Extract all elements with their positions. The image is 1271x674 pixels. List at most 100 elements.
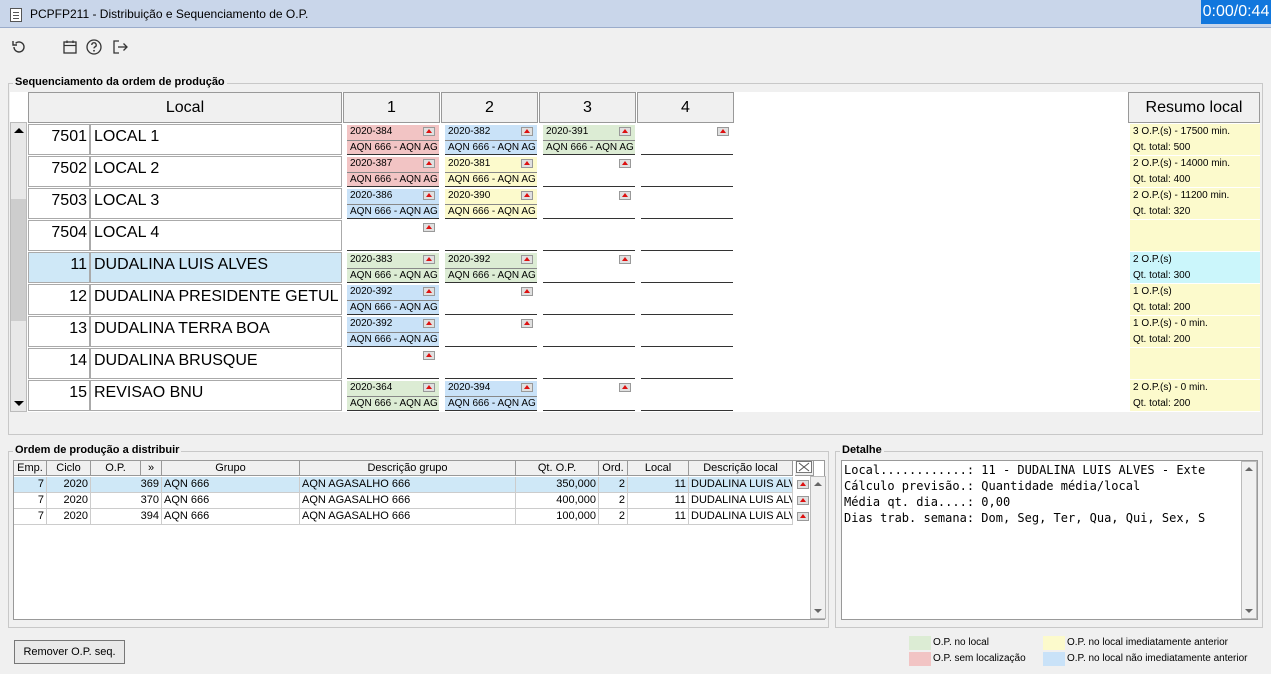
- row-name[interactable]: LOCAL 1: [90, 124, 342, 155]
- move-up-icon[interactable]: [423, 255, 435, 264]
- row-code[interactable]: 14: [28, 348, 90, 379]
- move-up-icon[interactable]: [423, 159, 435, 168]
- row-code[interactable]: 12: [28, 284, 90, 315]
- row-code[interactable]: 13: [28, 316, 90, 347]
- row-code[interactable]: 7501: [28, 124, 90, 155]
- table-cell[interactable]: AQN 666: [162, 493, 300, 509]
- row-name[interactable]: DUDALINA BRUSQUE: [90, 348, 342, 379]
- table-cell[interactable]: 2: [599, 477, 628, 493]
- scroll-up-icon[interactable]: [814, 482, 822, 486]
- op-cell[interactable]: [641, 284, 733, 315]
- op-cell[interactable]: [543, 220, 635, 251]
- move-up-icon[interactable]: [521, 159, 533, 168]
- row-code[interactable]: 7504: [28, 220, 90, 251]
- move-up-icon[interactable]: [521, 191, 533, 200]
- table-cell[interactable]: 2: [599, 493, 628, 509]
- table-cell[interactable]: DUDALINA LUIS ALVES: [689, 477, 793, 493]
- move-up-icon[interactable]: [423, 223, 435, 232]
- move-up-icon[interactable]: [797, 496, 809, 505]
- move-up-icon[interactable]: [521, 127, 533, 136]
- table-cell[interactable]: 100,000: [516, 509, 599, 525]
- row-code[interactable]: 7502: [28, 156, 90, 187]
- column-header[interactable]: Ciclo: [47, 461, 91, 476]
- op-cell[interactable]: [445, 348, 537, 379]
- calendar-icon[interactable]: [60, 37, 80, 57]
- table-cell[interactable]: AQN AGASALHO 666: [300, 493, 516, 509]
- row-code[interactable]: 15: [28, 380, 90, 411]
- table-cell[interactable]: AQN AGASALHO 666: [300, 509, 516, 525]
- row-code[interactable]: 7503: [28, 188, 90, 219]
- column-header[interactable]: Grupo: [162, 461, 300, 476]
- table-cell[interactable]: 2020: [47, 477, 91, 493]
- move-up-icon[interactable]: [619, 127, 631, 136]
- table-cell[interactable]: 369: [91, 477, 162, 493]
- row-code[interactable]: 11: [28, 252, 90, 283]
- move-up-icon[interactable]: [521, 319, 533, 328]
- row-name[interactable]: DUDALINA TERRA BOA: [90, 316, 342, 347]
- move-up-icon[interactable]: [797, 512, 809, 521]
- table-cell[interactable]: 400,000: [516, 493, 599, 509]
- row-name[interactable]: LOCAL 2: [90, 156, 342, 187]
- table-cell[interactable]: 2: [599, 509, 628, 525]
- scroll-down-icon[interactable]: [814, 609, 822, 613]
- move-up-icon[interactable]: [423, 127, 435, 136]
- move-up-icon[interactable]: [423, 383, 435, 392]
- table-cell[interactable]: 370: [91, 493, 162, 509]
- table-cell[interactable]: DUDALINA LUIS ALVES: [689, 509, 793, 525]
- op-cell[interactable]: [641, 188, 733, 219]
- move-up-icon[interactable]: [521, 383, 533, 392]
- column-header[interactable]: Ord.: [599, 461, 628, 476]
- op-cell[interactable]: [641, 316, 733, 347]
- table-cell[interactable]: 7: [14, 477, 47, 493]
- table-cell[interactable]: DUDALINA LUIS ALVES: [689, 493, 793, 509]
- table-cell[interactable]: 7: [14, 509, 47, 525]
- table-cell[interactable]: AQN 666: [162, 477, 300, 493]
- refresh-icon[interactable]: [9, 37, 29, 57]
- scroll-up-icon[interactable]: [1245, 467, 1253, 471]
- row-name[interactable]: DUDALINA PRESIDENTE GETUL: [90, 284, 342, 315]
- column-header[interactable]: Descrição grupo: [300, 461, 516, 476]
- table-cell[interactable]: AQN 666: [162, 509, 300, 525]
- row-name[interactable]: LOCAL 3: [90, 188, 342, 219]
- op-cell[interactable]: [543, 284, 635, 315]
- move-up-icon[interactable]: [423, 287, 435, 296]
- column-header[interactable]: Descrição local: [689, 461, 793, 476]
- table-cell[interactable]: 350,000: [516, 477, 599, 493]
- op-cell[interactable]: [641, 348, 733, 379]
- scroll-up-icon[interactable]: [14, 128, 24, 133]
- move-up-icon[interactable]: [619, 255, 631, 264]
- exit-icon[interactable]: [110, 37, 130, 57]
- move-up-icon[interactable]: [717, 127, 729, 136]
- table-cell[interactable]: 11: [628, 509, 689, 525]
- op-cell[interactable]: [543, 316, 635, 347]
- clear-icon[interactable]: [795, 461, 814, 476]
- sequencing-scrollbar[interactable]: [10, 122, 27, 412]
- table-cell[interactable]: 2020: [47, 509, 91, 525]
- move-up-icon[interactable]: [521, 255, 533, 264]
- move-up-icon[interactable]: [619, 383, 631, 392]
- detail-scrollbar[interactable]: [1241, 461, 1257, 619]
- move-up-icon[interactable]: [423, 319, 435, 328]
- move-up-icon[interactable]: [619, 159, 631, 168]
- move-up-icon[interactable]: [521, 287, 533, 296]
- move-up-icon[interactable]: [797, 480, 809, 489]
- table-cell[interactable]: 11: [628, 477, 689, 493]
- table-cell[interactable]: AQN AGASALHO 666: [300, 477, 516, 493]
- table-cell[interactable]: 2020: [47, 493, 91, 509]
- move-up-icon[interactable]: [619, 191, 631, 200]
- row-name[interactable]: REVISAO BNU: [90, 380, 342, 411]
- column-header[interactable]: O.P.: [91, 461, 141, 476]
- move-up-icon[interactable]: [423, 351, 435, 360]
- scroll-down-icon[interactable]: [1245, 609, 1253, 613]
- column-header[interactable]: »: [141, 461, 162, 476]
- remove-op-button[interactable]: Remover O.P. seq.: [14, 640, 125, 664]
- column-header[interactable]: Emp.: [14, 461, 47, 476]
- scroll-down-icon[interactable]: [14, 401, 24, 406]
- op-cell[interactable]: [641, 220, 733, 251]
- table-cell[interactable]: 11: [628, 493, 689, 509]
- help-icon[interactable]: [84, 37, 104, 57]
- op-cell[interactable]: [641, 252, 733, 283]
- scroll-thumb[interactable]: [11, 199, 26, 321]
- row-name[interactable]: DUDALINA LUIS ALVES: [90, 252, 342, 283]
- move-up-icon[interactable]: [423, 191, 435, 200]
